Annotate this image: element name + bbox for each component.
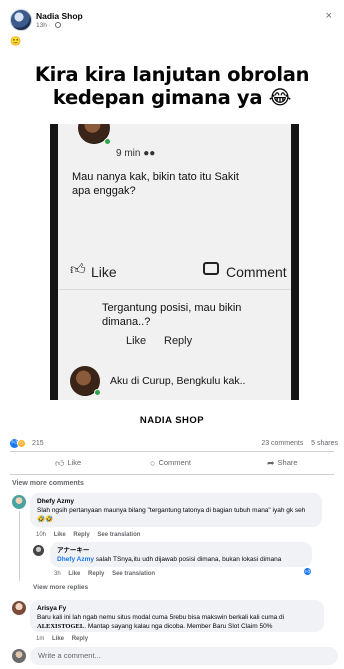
thread-line bbox=[19, 511, 20, 581]
divider bbox=[10, 474, 334, 475]
post-time[interactable]: 13h · bbox=[36, 22, 61, 29]
post-actions: 👍︎ Like ○ Comment ➦ Share bbox=[10, 452, 334, 474]
comment-actions: 10h Like Reply See translation bbox=[36, 532, 146, 538]
see-translation-link[interactable]: See translation bbox=[97, 532, 140, 538]
like-button-label: Like bbox=[67, 458, 82, 467]
comment-icon: ○ bbox=[150, 458, 156, 468]
like-reaction-icon[interactable]: 👍︎ bbox=[303, 567, 312, 576]
view-more-replies-link[interactable]: View more replies bbox=[33, 584, 88, 591]
comment-like-button[interactable]: Like bbox=[52, 636, 64, 642]
comment-author[interactable]: Dhefy Azmy bbox=[37, 497, 315, 506]
comment-reply-button[interactable]: Reply bbox=[73, 532, 89, 538]
shares-count[interactable]: 5 shares bbox=[311, 440, 338, 447]
comment-icon bbox=[203, 262, 219, 275]
share-button[interactable]: ➦ Share bbox=[267, 458, 298, 469]
stats-gap bbox=[305, 440, 309, 447]
like-button[interactable]: 👍︎ Like bbox=[55, 458, 81, 469]
embedded-screenshot-inner: 9 min ●● Mau nanya kak, bikin tato itu S… bbox=[58, 124, 291, 400]
reply-text: salah TSnya,itu udh dijawab posisi diman… bbox=[93, 556, 282, 563]
time-separator: · bbox=[48, 22, 51, 29]
haha-reaction-icon[interactable]: ☺︎ bbox=[17, 439, 26, 448]
reactions-count[interactable]: 215 bbox=[32, 440, 44, 447]
commenter-avatar[interactable] bbox=[33, 545, 44, 556]
share-icon: ➦ bbox=[267, 458, 275, 468]
current-user-avatar[interactable] bbox=[12, 649, 26, 663]
screenshot-comment-3: Aku di Curup, Bengkulu kak.. bbox=[110, 375, 246, 387]
comment-text: Slah ngsih pertanyaan maunya bilang "ter… bbox=[37, 507, 306, 523]
reply-reply-button[interactable]: Reply bbox=[88, 571, 104, 577]
see-translation-link[interactable]: See translation bbox=[112, 571, 155, 577]
screenshot-reply-like: Like bbox=[126, 335, 147, 347]
embedded-screenshot: 9 min ●● Mau nanya kak, bikin tato itu S… bbox=[50, 124, 299, 400]
screenshot-like-label: Like bbox=[91, 264, 117, 280]
page-name[interactable]: Nadia Shop bbox=[36, 11, 83, 21]
screenshot-reply: Tergantung posisi, mau bikin dimana..? bbox=[102, 302, 242, 328]
comment-button-label: Comment bbox=[158, 458, 191, 467]
comment-time[interactable]: 10h bbox=[36, 532, 46, 538]
post-header: Nadia Shop 13h · × bbox=[10, 9, 334, 35]
thumbs-up-icon: 👍︎ bbox=[55, 458, 65, 468]
comment-actions: 1m Like Reply bbox=[36, 636, 94, 642]
post-card: Nadia Shop 13h · × 🙂 Kira kira lanjutan … bbox=[0, 0, 344, 669]
comment-text-line: Baru kali ini lah ngab nemu situs modal … bbox=[37, 613, 317, 631]
screenshot-reply-reply: Reply bbox=[164, 335, 193, 347]
screenshot-comment-label: Comment bbox=[226, 264, 287, 280]
page-avatar[interactable] bbox=[10, 9, 32, 31]
meme-brand: NADIA SHOP bbox=[139, 415, 205, 426]
comments-count[interactable]: 23 comments bbox=[261, 440, 303, 447]
write-comment-input[interactable]: Write a comment... bbox=[30, 647, 338, 665]
comment-time-value: 9 min bbox=[116, 148, 141, 159]
screenshot-comment-1: Mau nanya kak, bikin tato itu Sakit apa … bbox=[72, 171, 239, 197]
meme-title-line-1: Kira kira lanjutan obrolan bbox=[34, 63, 310, 86]
comment-time: 9 min ●● bbox=[116, 148, 155, 159]
comment-author[interactable]: Arisya Fy bbox=[37, 604, 317, 613]
commenter-avatar[interactable] bbox=[12, 495, 26, 509]
meme-title-line-2: kedepan gimana ya 😂 bbox=[52, 86, 292, 109]
view-more-comments-link[interactable]: View more comments bbox=[12, 480, 84, 487]
reply-text-line: Dhefy Azmy salah TSnya,itu udh dijawab p… bbox=[57, 555, 305, 564]
reply-author[interactable]: アナーキー bbox=[57, 546, 305, 555]
comment-bubble: Dhefy Azmy Slah ngsih pertanyaan maunya … bbox=[30, 493, 322, 527]
comment-reply-button[interactable]: Reply bbox=[72, 636, 88, 642]
post-caption-emoji: 🙂 bbox=[10, 36, 22, 46]
comment-brand-text: ALEXISTOGEL bbox=[37, 623, 85, 630]
reply-bubble: アナーキー Dhefy Azmy salah TSnya,itu udh dij… bbox=[50, 542, 312, 567]
post-time-value[interactable]: 13h bbox=[36, 22, 47, 29]
reply-actions: 3h Like Reply See translation bbox=[54, 571, 161, 577]
meme-title: Kira kira lanjutan obrolan kedepan giman… bbox=[10, 63, 334, 109]
comment-time[interactable]: 1m bbox=[36, 636, 44, 642]
comment-text: Baru kali ini lah ngab nemu situs modal … bbox=[37, 614, 285, 621]
screenshot-divider bbox=[58, 289, 291, 290]
post-image[interactable]: Kira kira lanjutan obrolan kedepan giman… bbox=[10, 53, 334, 435]
thumbs-up-icon: 👍︎ bbox=[70, 261, 86, 278]
close-icon[interactable]: × bbox=[326, 11, 332, 22]
reply-like-button[interactable]: Like bbox=[68, 571, 80, 577]
comment-share-counts: 23 comments 5 shares bbox=[261, 440, 338, 447]
comment-text-end: . Mantap sayang kalau nga dicoba. Member… bbox=[84, 623, 273, 630]
post-stats: 👍︎ ☺︎ 215 23 comments 5 shares bbox=[10, 438, 338, 450]
online-dot-icon bbox=[104, 138, 111, 145]
comment-button[interactable]: ○ Comment bbox=[150, 458, 191, 468]
globe-icon bbox=[54, 22, 61, 28]
commenter-avatar[interactable] bbox=[12, 601, 26, 615]
comment-bubble: Arisya Fy Baru kali ini lah ngab nemu si… bbox=[30, 600, 324, 632]
online-dot-icon bbox=[94, 389, 101, 396]
share-button-label: Share bbox=[277, 458, 298, 467]
reply-time[interactable]: 3h bbox=[54, 571, 61, 577]
comment-like-button[interactable]: Like bbox=[54, 532, 66, 538]
group-icon: ●● bbox=[143, 148, 156, 159]
reply-mention[interactable]: Dhefy Azmy bbox=[57, 556, 94, 563]
